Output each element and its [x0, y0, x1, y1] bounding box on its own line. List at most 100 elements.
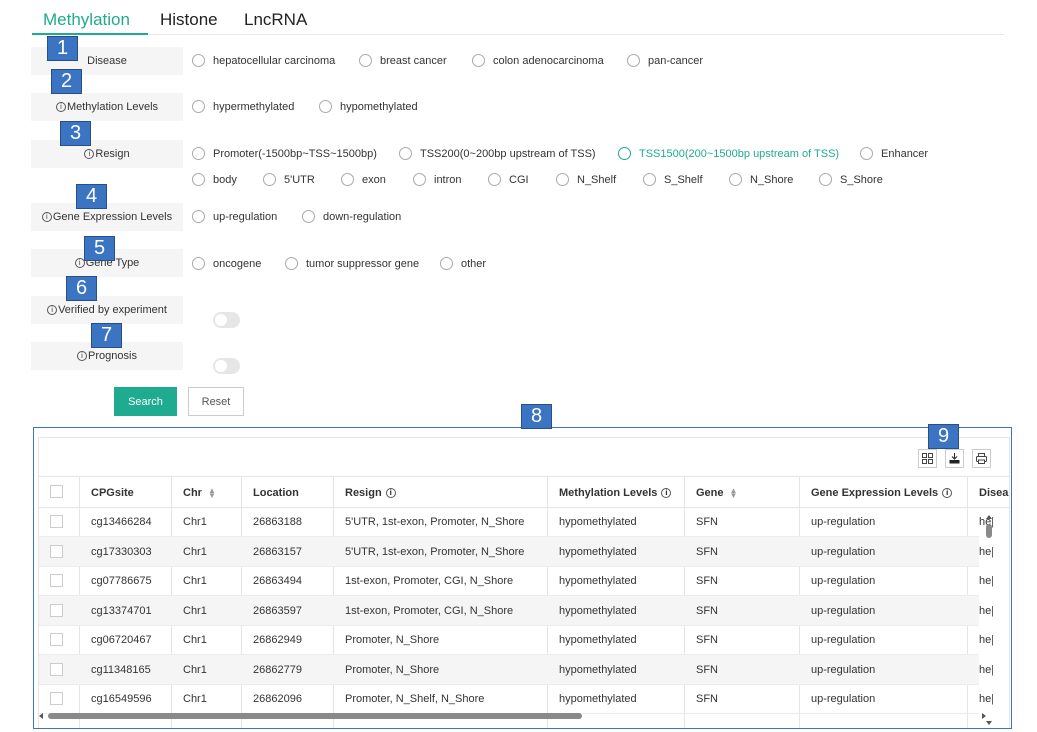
chr-cell: Chr1 [183, 633, 207, 646]
resign-option-tss200[interactable]: TSS200(0~200bp upstream of TSS) [399, 147, 596, 160]
gene-type-option-tsg[interactable]: tumor suppressor gene [285, 257, 419, 270]
resign-option-exon[interactable]: exon [341, 173, 386, 186]
resign-option-n-shelf[interactable]: N_Shelf [556, 173, 616, 186]
tab-methylation[interactable]: Methylation [43, 10, 130, 30]
radio-icon [192, 173, 205, 186]
table-row[interactable]: cg06720467 Chr1 26862949 Promoter, N_Sho… [39, 625, 993, 655]
header-label: Disea [979, 486, 1009, 499]
tab-histone[interactable]: Histone [160, 10, 218, 30]
resign-option-enhancer[interactable]: Enhancer [860, 147, 928, 160]
info-icon[interactable]: i [41, 212, 52, 222]
table-row[interactable]: cg13466284 Chr1 26863188 5'UTR, 1st-exon… [39, 507, 993, 537]
cpgsite-cell: cg13374701 [91, 604, 152, 617]
resign-option-n-shore[interactable]: N_Shore [729, 173, 793, 186]
scroll-down-icon[interactable] [986, 721, 992, 725]
verified-label: i Verified by experiment [31, 296, 183, 324]
resign-label: i Resign [31, 140, 183, 168]
column-header-expression[interactable]: Gene Expression Levels i [811, 478, 953, 507]
prognosis-toggle[interactable] [213, 358, 240, 374]
callout-9: 9 [928, 424, 959, 449]
gene-type-option-other[interactable]: other [440, 257, 486, 270]
table-row[interactable]: cg13374701 Chr1 26863597 1st-exon, Promo… [39, 596, 993, 626]
resign-option-intron[interactable]: intron [413, 173, 462, 186]
sort-icon[interactable]: ▲ ▼ [208, 486, 216, 499]
column-header-location[interactable]: Location [253, 478, 299, 507]
resign-label-text: Resign [95, 148, 130, 160]
column-header-resign[interactable]: Resign i [345, 478, 397, 507]
vertical-scroll-thumb[interactable] [986, 524, 992, 538]
resign-option-body[interactable]: body [192, 173, 237, 186]
column-header-disease[interactable]: Disea [979, 478, 1009, 507]
callout-5: 5 [84, 236, 115, 261]
info-icon[interactable]: i [942, 487, 953, 498]
resign-option-s-shore[interactable]: S_Shore [819, 173, 883, 186]
row-checkbox[interactable] [50, 574, 63, 587]
scroll-left-icon[interactable] [39, 713, 43, 719]
info-icon[interactable]: i [84, 149, 95, 159]
column-header-chr[interactable]: Chr ▲ ▼ [183, 478, 216, 507]
cpgsite-cell: cg07786675 [91, 574, 152, 587]
gene-type-option-oncogene[interactable]: oncogene [192, 257, 261, 270]
search-button[interactable]: Search [114, 387, 177, 416]
horizontal-scrollbar[interactable] [34, 711, 989, 721]
row-checkbox[interactable] [50, 545, 63, 558]
info-icon[interactable]: i [47, 305, 58, 315]
info-icon[interactable]: i [385, 487, 396, 498]
scroll-right-icon[interactable] [982, 713, 986, 719]
row-checkbox[interactable] [50, 633, 63, 646]
methylation-cell: hypomethylated [559, 545, 637, 558]
disease-option-hcc[interactable]: hepatocellular carcinoma [192, 54, 335, 67]
print-icon[interactable] [972, 449, 991, 468]
header-label: Chr [183, 486, 202, 499]
resign-option-5utr[interactable]: 5'UTR [263, 173, 315, 186]
row-checkbox[interactable] [50, 515, 63, 528]
expression-cell: up-regulation [811, 515, 876, 528]
info-icon[interactable]: i [661, 487, 672, 498]
sort-icon[interactable]: ▲ ▼ [730, 486, 738, 499]
column-header-gene[interactable]: Gene ▲ ▼ [696, 478, 737, 507]
column-header-methylation[interactable]: Methylation Levels i [559, 478, 672, 507]
row-checkbox[interactable] [50, 692, 63, 705]
methylation-option-hyper[interactable]: hypermethylated [192, 100, 294, 113]
table-row[interactable]: cg07786675 Chr1 26863494 1st-exon, Promo… [39, 566, 993, 596]
callout-4: 4 [76, 184, 107, 209]
callout-7: 7 [91, 323, 122, 348]
scroll-up-icon[interactable] [986, 515, 992, 519]
reset-button[interactable]: Reset [188, 387, 244, 416]
gene-cell: SFN [696, 545, 718, 558]
row-checkbox[interactable] [50, 604, 63, 617]
toggle-knob [215, 360, 227, 372]
info-icon[interactable]: i [77, 351, 88, 361]
tab-lncrna[interactable]: LncRNA [244, 10, 307, 30]
cpgsite-cell: cg11348165 [91, 663, 151, 676]
expression-option-up[interactable]: up-regulation [192, 210, 277, 223]
resign-option-cgi[interactable]: CGI [488, 173, 529, 186]
expression-option-down[interactable]: down-regulation [302, 210, 401, 223]
option-label: pan-cancer [648, 54, 704, 67]
tab-bar: Methylation Histone LncRNA [32, 6, 1004, 35]
row-checkbox[interactable] [50, 663, 63, 676]
prognosis-label-text: Prognosis [88, 350, 137, 362]
columns-icon[interactable] [918, 449, 937, 468]
verified-toggle[interactable] [213, 312, 240, 328]
column-header-cpgsite[interactable]: CPGsite [91, 478, 134, 507]
disease-option-breast[interactable]: breast cancer [359, 54, 447, 67]
radio-icon [192, 54, 205, 67]
resign-option-s-shelf[interactable]: S_Shelf [643, 173, 703, 186]
resign-option-promoter[interactable]: Promoter(-1500bp~TSS~1500bp) [192, 147, 377, 160]
export-icon[interactable] [945, 449, 964, 468]
disease-option-colon[interactable]: colon adenocarcinoma [472, 54, 604, 67]
location-cell: 26862779 [253, 663, 302, 676]
methylation-option-hypo[interactable]: hypomethylated [319, 100, 418, 113]
option-label: Enhancer [881, 147, 929, 160]
table-row[interactable]: cg17330303 Chr1 26863157 5'UTR, 1st-exon… [39, 537, 993, 567]
vertical-scrollbar[interactable] [983, 513, 995, 728]
table-row[interactable]: cg16549596 Chr1 26862096 Promoter, N_She… [39, 684, 993, 714]
disease-option-pan[interactable]: pan-cancer [627, 54, 703, 67]
resign-option-tss1500[interactable]: TSS1500(200~1500bp upstream of TSS) [618, 147, 839, 160]
callout-6: 6 [66, 276, 97, 301]
table-row[interactable]: cg11348165 Chr1 26862779 Promoter, N_Sho… [39, 655, 993, 685]
horizontal-scroll-thumb[interactable] [48, 713, 582, 719]
select-all-checkbox[interactable] [50, 485, 63, 498]
info-icon[interactable]: i [55, 102, 66, 112]
